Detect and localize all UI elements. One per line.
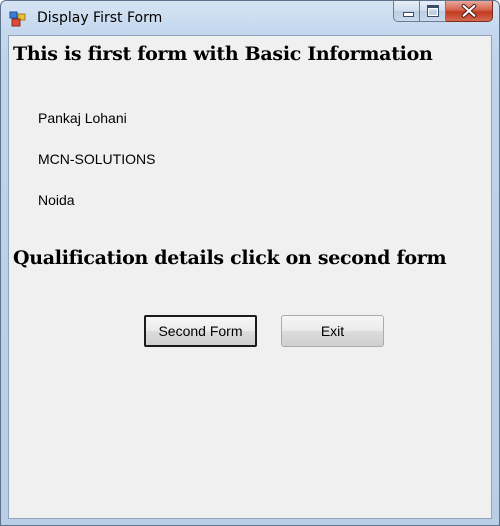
minimize-button[interactable]	[393, 1, 420, 22]
caption-buttons	[393, 1, 493, 23]
close-button[interactable]	[446, 1, 493, 22]
minimize-icon	[403, 12, 414, 17]
page-title: This is first form with Basic Informatio…	[13, 43, 433, 65]
close-icon	[461, 3, 477, 18]
maximize-button[interactable]	[420, 1, 446, 22]
window-title: Display First Form	[37, 10, 163, 26]
maximize-icon	[427, 5, 439, 17]
company-label: MCN-SOLUTIONS	[38, 151, 156, 167]
qualification-heading: Qualification details click on second fo…	[13, 247, 447, 269]
title-bar[interactable]: Display First Form	[1, 1, 499, 35]
exit-button[interactable]: Exit	[281, 315, 384, 347]
second-form-button[interactable]: Second Form	[144, 315, 257, 347]
app-icon	[9, 11, 26, 27]
city-label: Noida	[38, 192, 75, 208]
form-client-area: This is first form with Basic Informatio…	[8, 35, 492, 519]
form-window: Display First Form This is first form wi…	[0, 0, 500, 526]
name-label: Pankaj Lohani	[38, 110, 127, 126]
